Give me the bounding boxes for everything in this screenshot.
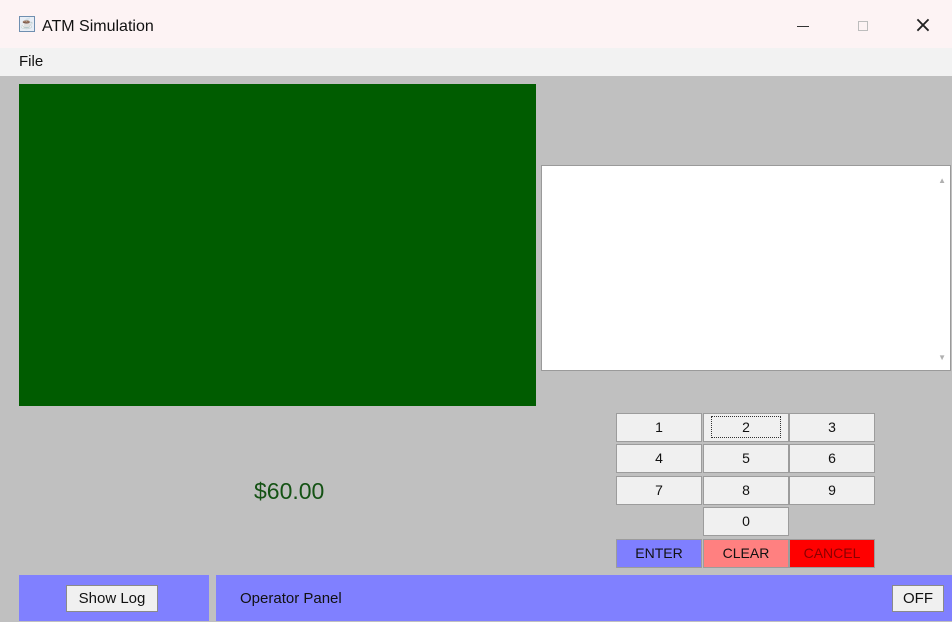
close-button[interactable]: × (900, 8, 946, 44)
maximize-button[interactable] (840, 8, 886, 44)
key-9[interactable]: 9 (789, 476, 875, 505)
log-panel: Show Log (19, 575, 209, 621)
cash-dispenser-amount: $60.00 (254, 478, 325, 504)
operator-panel-label: Operator Panel (240, 590, 342, 607)
atm-panel: ▲ ▼ $60.00 1 2 3 4 5 6 7 8 9 0 ENTER CLE… (0, 76, 952, 622)
window-title: ATM Simulation (42, 18, 154, 35)
clear-button[interactable]: CLEAR (703, 539, 789, 568)
show-log-button[interactable]: Show Log (66, 585, 158, 612)
key-3[interactable]: 3 (789, 413, 875, 442)
menu-file[interactable]: File (19, 53, 43, 70)
off-button[interactable]: OFF (892, 585, 944, 612)
scroll-up-icon[interactable]: ▲ (938, 176, 946, 185)
key-2[interactable]: 2 (703, 413, 789, 442)
java-cup-icon: ☕ (19, 16, 35, 32)
title-bar: ☕ ATM Simulation × (0, 0, 952, 48)
scroll-down-icon[interactable]: ▼ (938, 353, 946, 362)
cancel-button[interactable]: CANCEL (789, 539, 875, 568)
key-7[interactable]: 7 (616, 476, 702, 505)
enter-button[interactable]: ENTER (616, 539, 702, 568)
key-4[interactable]: 4 (616, 444, 702, 473)
receipt-printer-area[interactable]: ▲ ▼ (541, 165, 951, 371)
operator-panel: Operator Panel OFF (216, 575, 952, 621)
key-5[interactable]: 5 (703, 444, 789, 473)
menu-bar: File (0, 48, 952, 76)
minimize-icon (797, 25, 809, 27)
close-icon: × (913, 13, 933, 38)
key-0[interactable]: 0 (703, 507, 789, 536)
maximize-icon (858, 21, 868, 31)
key-1[interactable]: 1 (616, 413, 702, 442)
key-6[interactable]: 6 (789, 444, 875, 473)
minimize-button[interactable] (780, 8, 826, 44)
atm-screen (19, 84, 536, 406)
key-8[interactable]: 8 (703, 476, 789, 505)
